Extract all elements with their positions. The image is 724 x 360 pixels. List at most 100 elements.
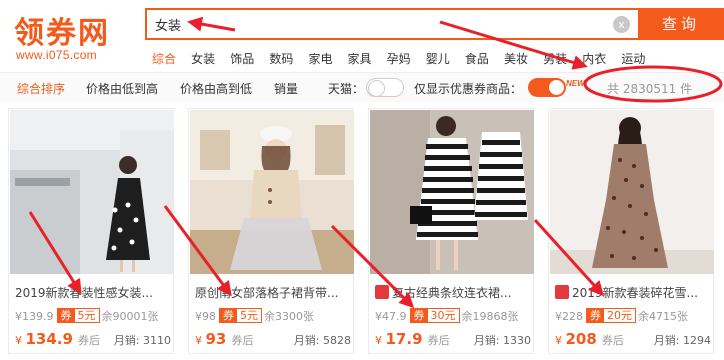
- site-logo[interactable]: 领券网 www.i075.com: [10, 6, 135, 66]
- coupon-tag[interactable]: 券 30元: [409, 308, 460, 323]
- coupon-remaining: 余90001张: [101, 310, 159, 323]
- coupon-value: 5元: [240, 309, 258, 322]
- currency-symbol: ¥: [15, 334, 22, 347]
- product-title-text: 复古经典条纹连衣裙...: [392, 286, 512, 300]
- final-price: ¥ 208: [555, 330, 597, 348]
- tmall-icon: [555, 285, 569, 299]
- category-item[interactable]: 美妆: [504, 50, 528, 67]
- price-row: ¥ 17.9 券后 月销: 1330: [375, 329, 531, 348]
- coupon-value: 30元: [430, 309, 456, 322]
- sort-label: 价格: [180, 82, 205, 96]
- category-item[interactable]: 男装: [543, 50, 567, 67]
- after-coupon-label: 券后: [78, 334, 101, 347]
- category-item[interactable]: 食品: [465, 50, 489, 67]
- sort-label: 高到低: [216, 82, 253, 96]
- original-price: ¥98: [195, 310, 216, 323]
- filter-bar: 综合排序 价格由低到高 价格由高到低 销量 天猫： 仅显示优惠券商品： NEW …: [0, 72, 724, 102]
- currency-symbol: ¥: [195, 334, 202, 347]
- price-row: ¥ 208 券后 月销: 1294: [555, 329, 711, 348]
- product-card[interactable]: 原创南女部落格子裙背带... ¥98 券 5元 余3300张 ¥ 93 券后 月销: …: [188, 108, 354, 354]
- product-title-text: 2019新款春装碎花雪...: [572, 286, 698, 300]
- original-price: ¥47.9: [375, 310, 407, 323]
- currency-symbol: ¥: [555, 334, 562, 347]
- coupon-label: 券: [587, 309, 604, 322]
- product-image[interactable]: [550, 110, 714, 274]
- tmall-icon: [375, 285, 389, 299]
- coupon-tag[interactable]: 券 20元: [586, 308, 636, 323]
- logo-url: www.i075.com: [16, 48, 97, 62]
- product-title[interactable]: 2019新款春装碎花雪...: [555, 284, 711, 301]
- product-card[interactable]: 2019新款春装碎花雪... ¥228 券 20元 余4715张 ¥ 208 券后 月…: [548, 108, 714, 354]
- monthly-sales: 月销: 1294: [653, 334, 711, 347]
- coupon-only-toggle[interactable]: [528, 78, 566, 97]
- coupon-value: 20元: [607, 309, 632, 322]
- coupon-tag[interactable]: 券 5元: [56, 308, 100, 323]
- product-title[interactable]: 2019新款春装性感女装...: [15, 284, 171, 301]
- search-button[interactable]: 查询: [638, 8, 724, 40]
- sort-label: 价格: [86, 82, 111, 96]
- price-value: 93: [205, 330, 227, 348]
- final-price: ¥ 134.9: [15, 330, 73, 348]
- clear-search-icon[interactable]: x: [613, 16, 630, 33]
- product-title[interactable]: 原创南女部落格子裙背带...: [195, 284, 351, 301]
- monthly-sales: 月销: 3110: [113, 334, 171, 347]
- product-title[interactable]: 复古经典条纹连衣裙...: [375, 284, 531, 301]
- coupon-label: 券: [57, 309, 75, 322]
- monthly-sales: 月销: 5828: [293, 334, 351, 347]
- after-coupon-label: 券后: [231, 334, 254, 347]
- original-price: ¥228: [555, 310, 583, 323]
- price-value: 134.9: [25, 330, 73, 348]
- product-image[interactable]: [190, 110, 354, 274]
- coupon-label: 券: [220, 309, 237, 322]
- sort-overall[interactable]: 综合排序: [17, 80, 65, 97]
- sort-label: 低到高: [122, 82, 159, 96]
- coupon-row: ¥228 券 20元 余4715张: [555, 308, 688, 324]
- tmall-toggle[interactable]: [366, 78, 404, 97]
- after-coupon-label: 券后: [427, 334, 450, 347]
- sort-price-desc[interactable]: 价格由高到低: [180, 80, 252, 97]
- category-nav: 综合 女装 饰品 数码 家电 家具 孕妈 婴儿 食品 美妆 男装 内衣 运动: [152, 48, 655, 66]
- coupon-tag[interactable]: 券 5元: [219, 308, 262, 323]
- price-value: 208: [565, 330, 597, 348]
- coupon-value: 5元: [77, 309, 96, 322]
- tmall-label: 天猫：: [328, 82, 365, 96]
- coupon-label: 券: [410, 309, 428, 322]
- category-item[interactable]: 婴儿: [426, 50, 450, 67]
- product-card[interactable]: 2019新款春装性感女装... ¥139.9 券 5元 余90001张 ¥ 134.9…: [8, 108, 174, 354]
- category-item[interactable]: 饰品: [230, 50, 254, 67]
- category-item[interactable]: 女装: [191, 50, 215, 67]
- category-item[interactable]: 综合: [152, 50, 176, 67]
- price-row: ¥ 134.9 券后 月销: 3110: [15, 329, 171, 348]
- price-row: ¥ 93 券后 月销: 5828: [195, 329, 351, 348]
- category-item[interactable]: 运动: [621, 50, 645, 67]
- product-title-text: 原创南女部落格子裙背带...: [195, 286, 339, 300]
- final-price: ¥ 17.9: [375, 330, 423, 348]
- currency-symbol: ¥: [375, 334, 382, 347]
- sort-price-asc[interactable]: 价格由低到高: [86, 80, 158, 97]
- coupon-only-label: 仅显示优惠券商品：: [414, 82, 523, 96]
- category-item[interactable]: 家电: [308, 50, 332, 67]
- product-image[interactable]: [370, 110, 534, 274]
- coupon-remaining: 余3300张: [264, 310, 314, 323]
- search-input[interactable]: 女装: [155, 15, 181, 34]
- result-count: 共 2830511 件: [607, 82, 693, 96]
- sort-label: 由: [204, 82, 217, 96]
- coupon-row: ¥98 券 5元 余3300张: [195, 308, 314, 324]
- category-item[interactable]: 数码: [269, 50, 293, 67]
- coupon-row: ¥139.9 券 5元 余90001张: [15, 308, 159, 324]
- sort-label: 由: [110, 82, 123, 96]
- category-item[interactable]: 孕妈: [387, 50, 411, 67]
- sort-sales[interactable]: 销量: [274, 80, 298, 97]
- product-card[interactable]: 复古经典条纹连衣裙... ¥47.9 券 30元 余19868张 ¥ 17.9 券后 …: [368, 108, 534, 354]
- original-price: ¥139.9: [15, 310, 54, 323]
- new-badge: NEW: [566, 79, 585, 88]
- search-box[interactable]: 女装 x: [145, 8, 638, 40]
- product-image[interactable]: [10, 110, 174, 274]
- category-item[interactable]: 家具: [348, 50, 372, 67]
- price-value: 17.9: [385, 330, 423, 348]
- coupon-row: ¥47.9 券 30元 余19868张: [375, 308, 519, 324]
- final-price: ¥ 93: [195, 330, 226, 348]
- category-item[interactable]: 内衣: [582, 50, 606, 67]
- product-title-text: 2019新款春装性感女装...: [15, 286, 153, 300]
- logo-text: 领券网: [14, 16, 110, 51]
